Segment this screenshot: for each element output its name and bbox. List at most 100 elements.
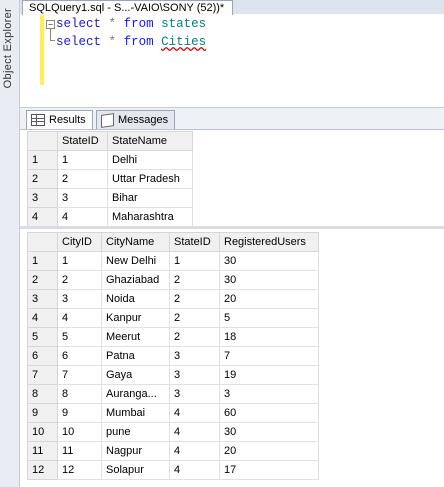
grid-splitter[interactable] <box>20 226 444 229</box>
table-row[interactable]: 12 12 Solapur 4 17 <box>27 460 319 480</box>
row-number-header[interactable] <box>27 232 58 252</box>
grid-cell[interactable]: 6 <box>57 346 102 366</box>
grid-cell[interactable]: New Delhi <box>101 251 170 271</box>
grid-cell[interactable]: 10 <box>57 422 102 442</box>
row-number[interactable]: 4 <box>27 207 58 227</box>
grid-cell[interactable]: Gaya <box>101 365 170 385</box>
row-number[interactable]: 1 <box>27 251 58 271</box>
table-row[interactable]: 3 3 Noida 2 20 <box>27 289 319 309</box>
table-row[interactable]: 6 6 Patna 3 7 <box>27 346 319 366</box>
grid-cell[interactable]: 11 <box>57 441 102 461</box>
states-result-grid[interactable]: StateID StateName 1 1 Delhi 2 2 Uttar Pr… <box>27 131 193 227</box>
grid-cell[interactable]: Auranga... <box>101 384 170 404</box>
table-row[interactable]: 5 5 Meerut 2 18 <box>27 327 319 347</box>
grid-cell[interactable]: 30 <box>219 422 319 442</box>
row-number[interactable]: 8 <box>27 384 58 404</box>
grid-cell[interactable]: 3 <box>219 384 319 404</box>
grid-cell[interactable]: 2 <box>57 270 102 290</box>
code-line-1[interactable]: select * from states <box>56 16 206 32</box>
grid-cell[interactable]: 2 <box>169 289 220 309</box>
table-row[interactable]: 8 8 Auranga... 3 3 <box>27 384 319 404</box>
table-row[interactable]: 11 11 Nagpur 4 20 <box>27 441 319 461</box>
table-row[interactable]: 4 4 Kanpur 2 5 <box>27 308 319 328</box>
table-row[interactable]: 2 2 Uttar Pradesh <box>27 169 193 189</box>
grid-cell[interactable]: Patna <box>101 346 170 366</box>
grid-cell[interactable]: 3 <box>57 289 102 309</box>
grid-cell[interactable]: 1 <box>57 251 102 271</box>
grid-cell[interactable]: 4 <box>169 422 220 442</box>
query-document-tab[interactable]: SQLQuery1.sql - S...-VAIO\SONY (52))* <box>22 0 234 15</box>
grid-cell[interactable]: 8 <box>57 384 102 404</box>
table-row[interactable]: 7 7 Gaya 3 19 <box>27 365 319 385</box>
grid-cell[interactable]: 1 <box>57 150 108 170</box>
row-number[interactable]: 11 <box>27 441 58 461</box>
column-header[interactable]: CityID <box>57 232 102 252</box>
grid-cell[interactable]: 12 <box>57 460 102 480</box>
tab-results[interactable]: Results <box>26 110 93 129</box>
row-number[interactable]: 4 <box>27 308 58 328</box>
row-number[interactable]: 7 <box>27 365 58 385</box>
grid-cell[interactable]: 4 <box>169 460 220 480</box>
column-header[interactable]: CityName <box>101 232 170 252</box>
row-number[interactable]: 3 <box>27 188 58 208</box>
grid-cell[interactable]: 5 <box>57 327 102 347</box>
grid-cell[interactable]: 1 <box>169 251 220 271</box>
grid-cell[interactable]: 4 <box>169 441 220 461</box>
grid-cell[interactable]: Mumbai <box>101 403 170 423</box>
table-row[interactable]: 2 2 Ghaziabad 2 30 <box>27 270 319 290</box>
row-number[interactable]: 2 <box>27 270 58 290</box>
grid-cell[interactable]: 7 <box>219 346 319 366</box>
object-explorer-label[interactable]: Object Explorer <box>2 8 14 88</box>
tab-messages[interactable]: Messages <box>96 110 176 129</box>
grid-cell[interactable]: Delhi <box>107 150 193 170</box>
grid-cell[interactable]: Ghaziabad <box>101 270 170 290</box>
grid-cell[interactable]: 2 <box>57 169 108 189</box>
grid-cell[interactable]: Kanpur <box>101 308 170 328</box>
table-row[interactable]: 1 1 New Delhi 1 30 <box>27 251 319 271</box>
grid-cell[interactable]: 3 <box>169 384 220 404</box>
row-number[interactable]: 9 <box>27 403 58 423</box>
grid-cell[interactable]: Nagpur <box>101 441 170 461</box>
grid-cell[interactable]: 30 <box>219 251 319 271</box>
table-row[interactable]: 3 3 Bihar <box>27 188 193 208</box>
grid-cell[interactable]: 19 <box>219 365 319 385</box>
table-row[interactable]: 1 1 Delhi <box>27 150 193 170</box>
grid-cell[interactable]: 17 <box>219 460 319 480</box>
grid-cell[interactable]: 3 <box>169 346 220 366</box>
table-row[interactable]: 9 9 Mumbai 4 60 <box>27 403 319 423</box>
grid-cell[interactable]: 2 <box>169 327 220 347</box>
grid-cell[interactable]: Bihar <box>107 188 193 208</box>
row-number[interactable]: 12 <box>27 460 58 480</box>
grid-cell[interactable]: 2 <box>169 308 220 328</box>
row-number[interactable]: 6 <box>27 346 58 366</box>
sql-editor[interactable]: − select * from states select * from Cit… <box>20 15 444 108</box>
column-header[interactable]: StateID <box>57 131 108 151</box>
grid-cell[interactable]: Maharashtra <box>107 207 193 227</box>
grid-cell[interactable]: 60 <box>219 403 319 423</box>
grid-cell[interactable]: 4 <box>57 308 102 328</box>
row-number[interactable]: 2 <box>27 169 58 189</box>
row-number[interactable]: 5 <box>27 327 58 347</box>
grid-cell[interactable]: 3 <box>57 188 108 208</box>
grid-cell[interactable]: Uttar Pradesh <box>107 169 193 189</box>
grid-cell[interactable]: 3 <box>169 365 220 385</box>
row-number[interactable]: 10 <box>27 422 58 442</box>
grid-cell[interactable]: 5 <box>219 308 319 328</box>
object-explorer-panel[interactable]: Object Explorer <box>0 0 20 487</box>
grid-cell[interactable]: pune <box>101 422 170 442</box>
grid-cell[interactable]: 30 <box>219 270 319 290</box>
grid-cell[interactable]: 18 <box>219 327 319 347</box>
column-header[interactable]: RegisteredUsers <box>219 232 319 252</box>
grid-cell[interactable]: Solapur <box>101 460 170 480</box>
grid-cell[interactable]: 4 <box>57 207 108 227</box>
row-number-header[interactable] <box>27 131 58 151</box>
collapse-outline-icon[interactable]: − <box>46 20 55 29</box>
row-number[interactable]: 3 <box>27 289 58 309</box>
grid-cell[interactable]: 4 <box>169 403 220 423</box>
grid-cell[interactable]: 2 <box>169 270 220 290</box>
grid-cell[interactable]: Noida <box>101 289 170 309</box>
table-row[interactable]: 4 4 Maharashtra <box>27 207 193 227</box>
column-header[interactable]: StateName <box>107 131 193 151</box>
code-line-2[interactable]: select * from Cities <box>56 34 206 50</box>
cities-result-grid[interactable]: CityID CityName StateID RegisteredUsers … <box>27 232 319 480</box>
